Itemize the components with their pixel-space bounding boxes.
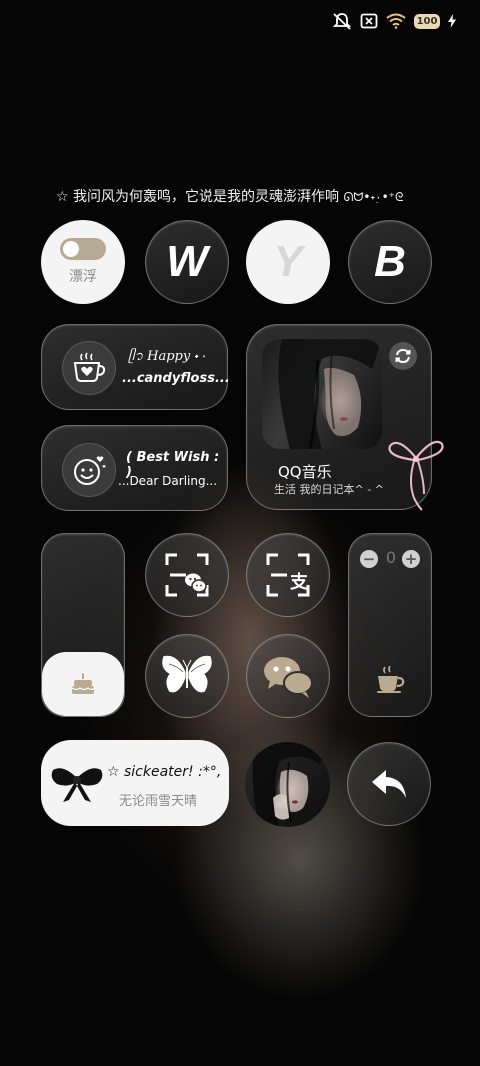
sickeater-subtitle: 无论雨雪天晴 xyxy=(119,794,198,809)
cake-icon xyxy=(71,673,95,694)
ribbon-bow-icon xyxy=(384,432,448,518)
letter-b-button[interactable]: B xyxy=(348,220,432,304)
charging-icon xyxy=(448,14,456,28)
quote-kaomoji: ᘏᗢ•˖ٜ۰•⁺ᘓ xyxy=(343,190,404,204)
wechat-scan-icon xyxy=(165,553,209,597)
wish-card[interactable]: ( Best Wish : ) ...Dear Darling... xyxy=(41,425,228,511)
coffee-heart-icon xyxy=(62,341,116,395)
toggle-knob xyxy=(63,241,79,257)
music-app-name: QQ音乐 xyxy=(278,463,332,481)
battery-icon: 100 xyxy=(414,13,440,29)
wechat-scan-button[interactable] xyxy=(145,533,229,617)
reply-arrow-icon xyxy=(372,770,406,798)
quote-line: ☆ 我问风为何轰鸣，它说是我的灵魂澎湃作响 ᘏᗢ•˖ٜ۰•⁺ᘓ xyxy=(56,186,436,206)
brightness-slider[interactable] xyxy=(41,533,125,717)
letter-w-button[interactable]: W xyxy=(145,220,229,304)
slider-fill xyxy=(42,652,124,716)
avatar[interactable] xyxy=(245,742,330,827)
wechat-button[interactable] xyxy=(246,634,330,718)
sickeater-title: ☆ sickeater! :*°, xyxy=(107,764,222,780)
album-art[interactable] xyxy=(262,339,382,449)
refresh-icon xyxy=(395,348,411,364)
coffee-cup-icon xyxy=(377,666,405,693)
mute-icon xyxy=(332,12,352,30)
float-toggle-widget[interactable]: 漂浮 xyxy=(41,220,125,304)
wish-card-subtitle: ...Dear Darling... xyxy=(118,474,218,488)
no-sim-icon xyxy=(360,13,378,29)
happy-card[interactable]: ᥫ᭡ Happy ˖۰ ...candyfloss... xyxy=(41,324,230,410)
happy-card-subtitle: ...candyfloss... xyxy=(122,371,230,386)
letter-w: W xyxy=(166,237,208,286)
butterfly-icon xyxy=(161,654,213,694)
sickeater-card[interactable]: ☆ sickeater! :*°, 无论雨雪天晴 xyxy=(41,740,229,826)
alipay-scan-button[interactable]: 支 xyxy=(246,533,330,617)
stepper-plus-button[interactable]: + xyxy=(402,550,420,568)
svg-text:支: 支 xyxy=(289,571,309,593)
smiley-hearts-icon xyxy=(62,443,116,497)
wifi-icon xyxy=(386,13,406,29)
quote-text: 我问风为何轰鸣，它说是我的灵魂澎湃作响 xyxy=(73,189,340,205)
back-button[interactable] xyxy=(347,742,431,826)
float-toggle-label: 漂浮 xyxy=(69,269,97,285)
stepper-value: 0 xyxy=(385,548,397,567)
chat-bubbles-icon xyxy=(264,657,313,698)
happy-card-title: ᥫ᭡ Happy ˖۰ xyxy=(128,349,207,364)
stepper-minus-button[interactable]: − xyxy=(360,550,378,568)
refresh-button[interactable] xyxy=(389,342,417,370)
butterfly-button[interactable] xyxy=(145,634,229,718)
star-icon: ☆ xyxy=(56,189,69,205)
letter-y: Y xyxy=(273,237,303,286)
status-bar: 100 xyxy=(332,12,456,30)
letter-b: B xyxy=(374,237,406,286)
stepper-widget: − 0 + xyxy=(348,533,432,717)
album-figure xyxy=(278,339,382,449)
music-subtitle: 生活 我的日记本^ - ^ xyxy=(274,483,384,496)
alipay-scan-icon: 支 xyxy=(266,553,310,597)
black-bow-icon xyxy=(51,768,103,802)
avatar-figure xyxy=(252,742,330,827)
float-toggle-switch[interactable] xyxy=(60,238,106,260)
letter-y-button[interactable]: Y xyxy=(246,220,330,304)
